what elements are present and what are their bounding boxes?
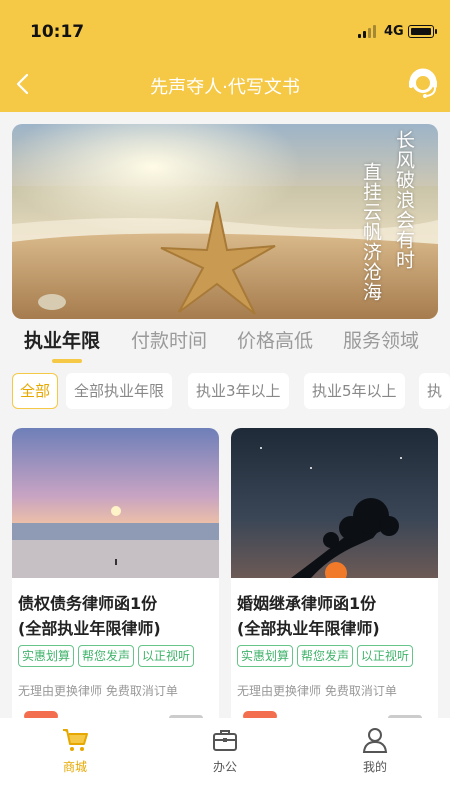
customer-service-icon[interactable] [406, 66, 440, 100]
tab-label: 办公 [212, 760, 237, 774]
tab-shop[interactable]: 商城 [35, 726, 115, 775]
tag: 以正视听 [138, 645, 195, 667]
signal-icon [358, 24, 378, 38]
tab-payment-time[interactable]: 付款时间 [131, 326, 207, 353]
filter-chips: 全部 全部执业年限 执业3年以上 执业5年以上 执 [12, 373, 450, 411]
product-name: 婚姻继承律师函1份 (全部执业年限律师) [237, 591, 437, 641]
tag: 以正视听 [357, 645, 414, 667]
product-tags: 实惠划算 帮您发声 以正视听 [237, 645, 414, 667]
banner-poem: 长风破浪会有时 直挂云帆济沧海 [358, 130, 418, 302]
product-name-line2: (全部执业年限律师) [18, 619, 161, 638]
product-note: 无理由更换律师 免费取消订单 [18, 684, 178, 698]
product-name-line1: 婚姻继承律师函1份 [237, 594, 377, 613]
tag: 实惠划算 [237, 645, 294, 667]
night-tree-image [231, 428, 438, 578]
product-card[interactable]: 债权债务律师函1份 (全部执业年限律师) 实惠划算 帮您发声 以正视听 无理由更… [12, 428, 219, 728]
tab-office[interactable]: 办公 [185, 726, 265, 775]
status-bar: 10:17 4G [0, 18, 450, 48]
chip-3-years[interactable]: 执业3年以上 [188, 373, 289, 409]
tab-price[interactable]: 价格高低 [237, 326, 313, 353]
tag: 帮您发声 [78, 645, 135, 667]
poem-line-2: 直挂云帆济沧海 [360, 162, 382, 302]
person-icon [362, 728, 388, 753]
tab-label: 商城 [62, 760, 87, 774]
tab-mine[interactable]: 我的 [335, 726, 415, 775]
poem-line-1: 长风破浪会有时 [393, 130, 415, 270]
tab-service-area[interactable]: 服务领域 [343, 326, 419, 353]
chip-all-years[interactable]: 全部执业年限 [66, 373, 173, 409]
chip-all[interactable]: 全部 [12, 373, 59, 409]
page-title: 先声夺人·代写文书 [150, 77, 300, 98]
chip-more[interactable]: 执 [419, 373, 450, 409]
tab-practice-years[interactable]: 执业年限 [24, 326, 100, 353]
status-time: 10:17 [30, 22, 85, 42]
sunset-sea-image [12, 428, 219, 578]
product-name-line1: 债权债务律师函1份 [18, 594, 158, 613]
network-type: 4G [384, 24, 404, 39]
briefcase-icon [213, 730, 237, 751]
product-name-line2: (全部执业年限律师) [237, 619, 380, 638]
app-header: 10:17 4G 先声夺人·代写文书 [0, 0, 450, 112]
active-tab-indicator [52, 359, 82, 363]
product-tags: 实惠划算 帮您发声 以正视听 [18, 645, 195, 667]
cart-icon [63, 729, 88, 751]
sort-tabs: 执业年限 付款时间 价格高低 服务领域 [12, 326, 442, 366]
tag: 帮您发声 [297, 645, 354, 667]
tab-label: 我的 [362, 760, 387, 774]
product-name: 债权债务律师函1份 (全部执业年限律师) [18, 591, 218, 641]
promo-banner[interactable]: 长风破浪会有时 直挂云帆济沧海 [12, 124, 438, 319]
product-note: 无理由更换律师 免费取消订单 [237, 684, 397, 698]
product-card[interactable]: 婚姻继承律师函1份 (全部执业年限律师) 实惠划算 帮您发声 以正视听 无理由更… [231, 428, 438, 728]
tag: 实惠划算 [18, 645, 75, 667]
bottom-tab-bar: 商城 办公 我的 [0, 718, 450, 800]
chip-5-years[interactable]: 执业5年以上 [304, 373, 405, 409]
battery-icon [408, 25, 437, 38]
